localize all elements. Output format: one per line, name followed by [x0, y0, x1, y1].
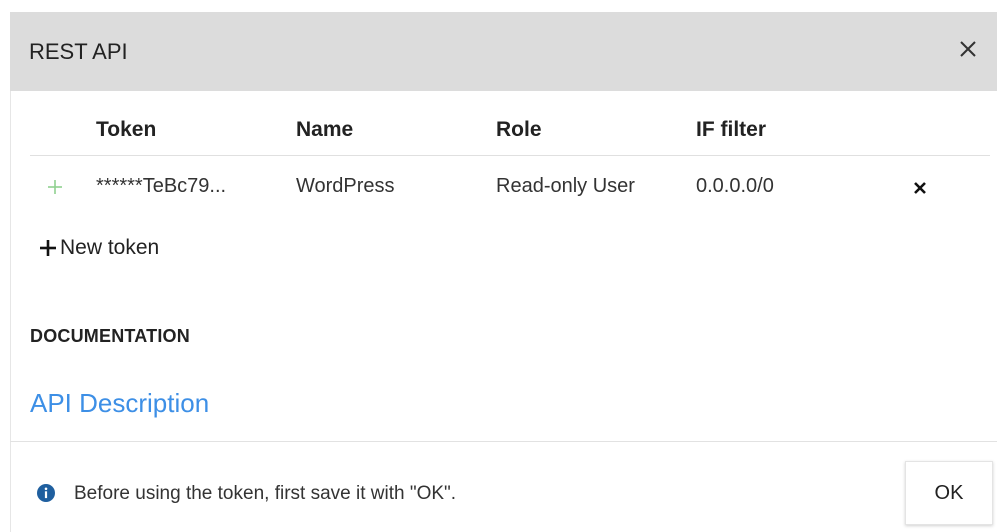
name-cell: WordPress	[296, 175, 395, 197]
column-header-if-filter: IF filter	[696, 118, 767, 141]
delete-token-button[interactable]	[908, 176, 932, 200]
plus-icon	[48, 180, 62, 194]
expand-row-button[interactable]	[44, 176, 66, 198]
ok-button[interactable]: OK	[905, 461, 993, 525]
dialog-header: REST API	[10, 12, 997, 91]
close-icon	[914, 182, 926, 194]
column-header-token: Token	[96, 118, 157, 141]
documentation-heading: DOCUMENTATION	[30, 326, 190, 346]
new-token-button[interactable]: New token	[38, 233, 159, 263]
dialog-border	[10, 91, 11, 532]
api-description-link[interactable]: API Description	[30, 388, 209, 419]
token-cell: ******TeBc79...	[96, 175, 227, 197]
info-icon	[37, 484, 55, 502]
rest-api-dialog: REST API Token Name Role IF filter *****…	[0, 0, 997, 532]
footer-divider	[10, 441, 997, 442]
role-cell: Read-only User	[496, 175, 635, 197]
close-button[interactable]	[953, 34, 983, 64]
column-header-name: Name	[296, 118, 354, 141]
column-header-role: Role	[496, 118, 542, 141]
new-token-label: New token	[60, 236, 160, 259]
plus-icon	[38, 238, 58, 258]
close-icon	[960, 41, 976, 57]
save-hint-message: Before using the token, first save it wi…	[74, 483, 457, 504]
if-filter-cell: 0.0.0.0/0	[696, 175, 774, 197]
dialog-title: REST API	[29, 39, 128, 64]
table-row: ******TeBc79... WordPress Read-only User…	[30, 156, 990, 218]
